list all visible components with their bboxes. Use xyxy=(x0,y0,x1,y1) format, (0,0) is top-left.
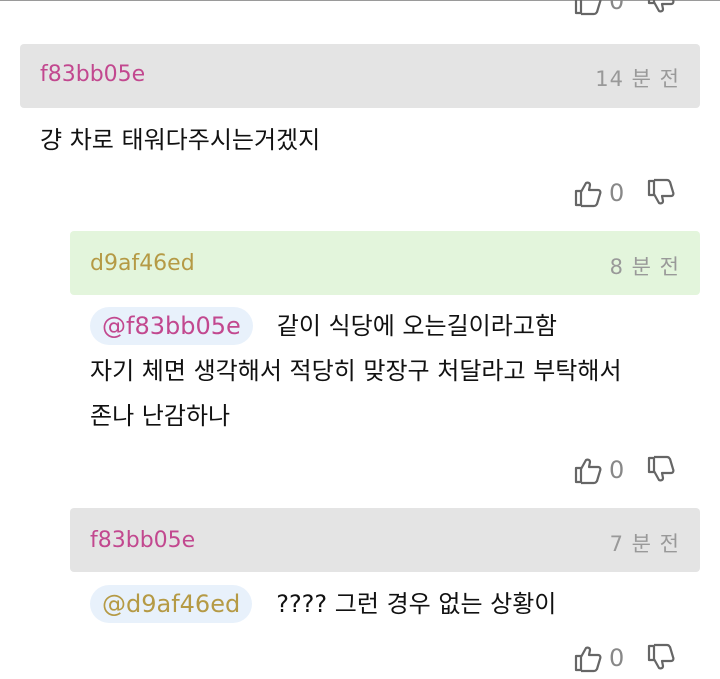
reply-text: @f83bb05e 같이 식당에 오는길이라고함 자기 체면 생각해서 적당히 맞… xyxy=(90,304,622,439)
thumbs-down-icon[interactable] xyxy=(646,0,676,16)
timestamp: 7 분 전 xyxy=(609,532,680,556)
reply-header: f83bb05e 7 분 전 xyxy=(70,508,700,572)
timestamp: 14 분 전 xyxy=(595,67,680,91)
reply-header: d9af46ed 8 분 전 xyxy=(70,231,700,295)
username[interactable]: f83bb05e xyxy=(90,528,195,553)
like-count: 0 xyxy=(609,644,625,672)
thumbs-up-icon[interactable] xyxy=(573,0,603,16)
reply-text: @d9af46ed ???? 그런 경우 없는 상황이 xyxy=(90,582,556,627)
thumbs-down-icon[interactable] xyxy=(646,455,676,485)
like-count: 0 xyxy=(609,179,625,207)
thumbs-up-icon[interactable] xyxy=(573,178,603,208)
reply-line: 존나 난감하나 xyxy=(90,402,231,430)
reply-line: 자기 체면 생각해서 적당히 맞장구 처달라고 부탁해서 xyxy=(90,357,622,385)
vote-row: 0 xyxy=(573,178,676,208)
thumbs-up-icon[interactable] xyxy=(573,643,603,673)
reply-line: ???? 그런 경우 없는 상황이 xyxy=(276,590,557,618)
username[interactable]: d9af46ed xyxy=(90,251,195,276)
reply-line: 같이 식당에 오는길이라고함 xyxy=(276,312,557,340)
comment-text: 걍 차로 태워다주시는거겠지 xyxy=(40,126,321,154)
thumbs-up-icon[interactable] xyxy=(573,455,603,485)
username[interactable]: f83bb05e xyxy=(40,62,145,87)
vote-row-previous: 0 xyxy=(573,0,676,16)
vote-row: 0 xyxy=(573,643,676,673)
thumbs-down-icon[interactable] xyxy=(646,178,676,208)
like-count: 0 xyxy=(609,0,625,15)
mention-chip[interactable]: @f83bb05e xyxy=(90,307,253,345)
thumbs-down-icon[interactable] xyxy=(646,643,676,673)
like-count: 0 xyxy=(609,456,625,484)
timestamp: 8 분 전 xyxy=(609,255,680,279)
mention-chip[interactable]: @d9af46ed xyxy=(90,585,253,623)
vote-row: 0 xyxy=(573,455,676,485)
comment-header: f83bb05e 14 분 전 xyxy=(20,44,700,108)
